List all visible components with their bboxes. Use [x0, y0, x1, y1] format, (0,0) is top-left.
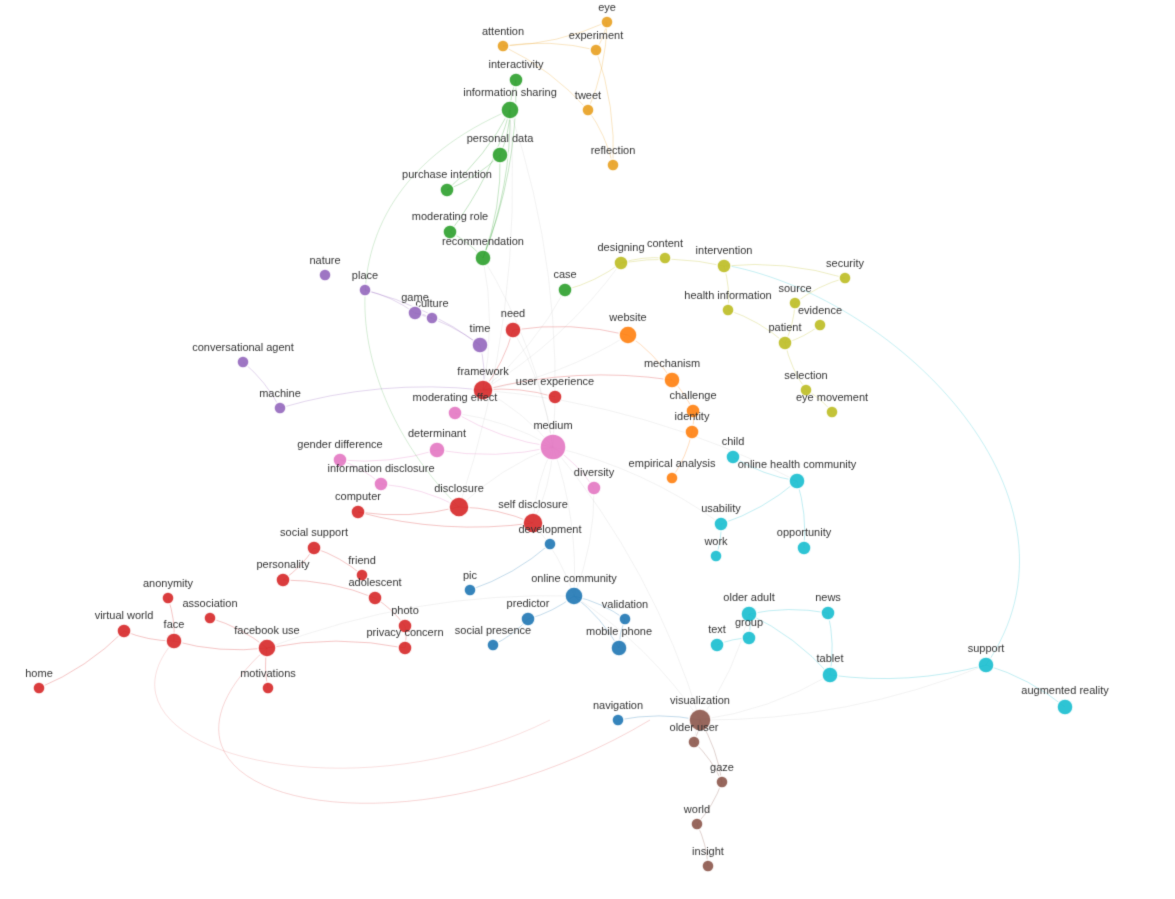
network-graph	[0, 0, 1175, 899]
